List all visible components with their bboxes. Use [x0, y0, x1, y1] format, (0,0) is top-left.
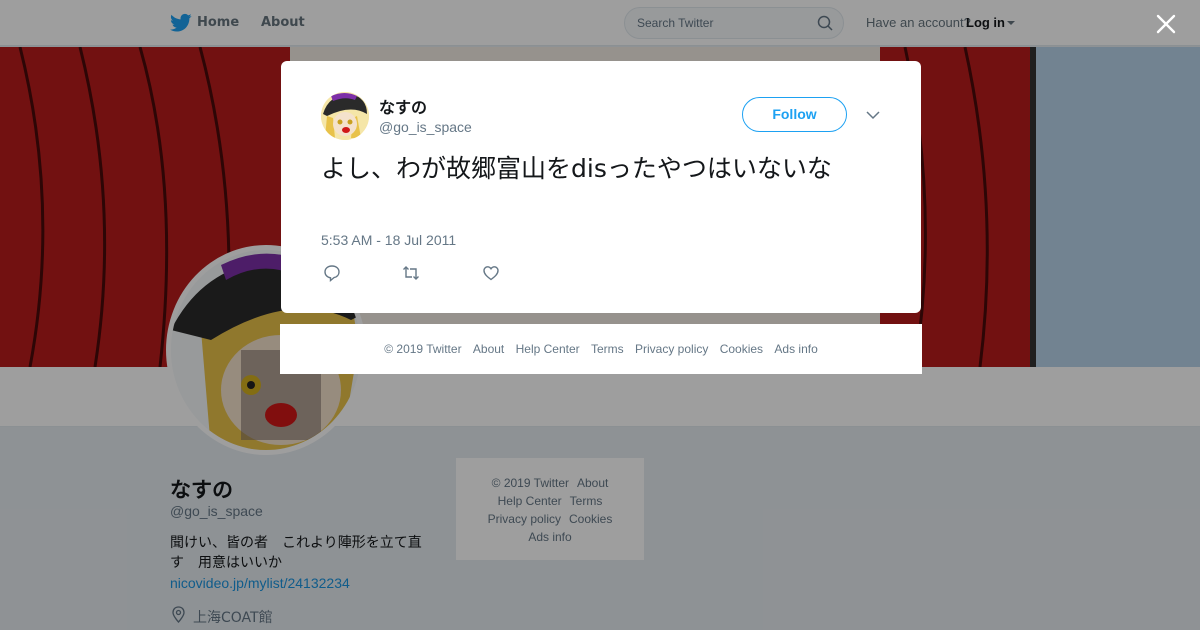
tweet-author-name[interactable]: なすの	[379, 94, 427, 118]
footer-ads-link[interactable]: Ads info	[774, 342, 817, 356]
close-icon[interactable]	[1154, 12, 1178, 36]
footer-copyright: © 2019 Twitter	[384, 342, 462, 356]
retweet-icon[interactable]	[402, 264, 420, 282]
tweet-timestamp[interactable]: 5:53 AM - 18 Jul 2011	[321, 232, 456, 248]
avatar-illustration-small	[321, 92, 369, 140]
tweet-modal: なすの @go_is_space Follow よし、わが故郷富山をdisったや…	[281, 61, 921, 313]
tweet-avatar[interactable]	[321, 92, 369, 140]
follow-button[interactable]: Follow	[742, 97, 847, 132]
footer-privacy-link[interactable]: Privacy policy	[635, 342, 708, 356]
like-icon[interactable]	[482, 264, 500, 282]
footer-about-link[interactable]: About	[473, 342, 504, 356]
footer-cookies-link[interactable]: Cookies	[720, 342, 763, 356]
tweet-author-handle[interactable]: @go_is_space	[379, 119, 472, 135]
tweet-text: よし、わが故郷富山をdisったやつはいないな	[321, 154, 832, 183]
footer-terms-link[interactable]: Terms	[591, 342, 624, 356]
footer-help-link[interactable]: Help Center	[516, 342, 580, 356]
chevron-down-icon[interactable]	[865, 108, 881, 122]
reply-icon[interactable]	[323, 264, 341, 282]
modal-footer: © 2019 Twitter About Help Center Terms P…	[280, 324, 922, 374]
